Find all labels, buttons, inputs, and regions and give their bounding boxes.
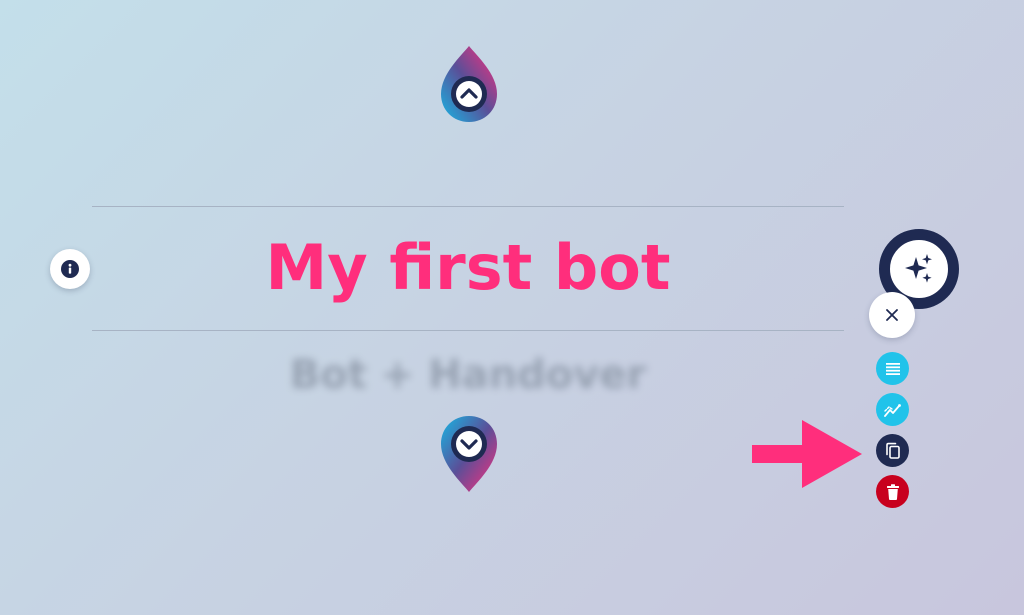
close-icon (886, 309, 898, 321)
info-icon (61, 260, 79, 278)
bot-subtitle: Bot + Handover (289, 352, 647, 398)
previous-bot-button[interactable] (439, 44, 499, 124)
duplicate-bot-button[interactable] (876, 434, 909, 467)
next-bot-button[interactable] (439, 414, 499, 494)
chevron-down-pin-icon (441, 416, 497, 492)
title-divider-bottom (92, 330, 844, 331)
view-list-button[interactable] (876, 352, 909, 385)
info-button[interactable] (50, 249, 90, 289)
list-icon (885, 362, 900, 375)
analytics-button[interactable] (876, 393, 909, 426)
close-menu-button[interactable] (869, 292, 915, 338)
chevron-up-pin-icon (441, 46, 497, 122)
trash-icon (886, 483, 899, 500)
copy-icon (885, 442, 900, 459)
bot-title: My first bot (265, 231, 671, 304)
highlight-arrow (752, 418, 864, 490)
right-arrow-icon (752, 420, 862, 488)
analytics-icon (883, 403, 901, 417)
delete-bot-button[interactable] (876, 475, 909, 508)
sparkles-icon (905, 254, 932, 283)
title-divider-top (92, 206, 844, 207)
